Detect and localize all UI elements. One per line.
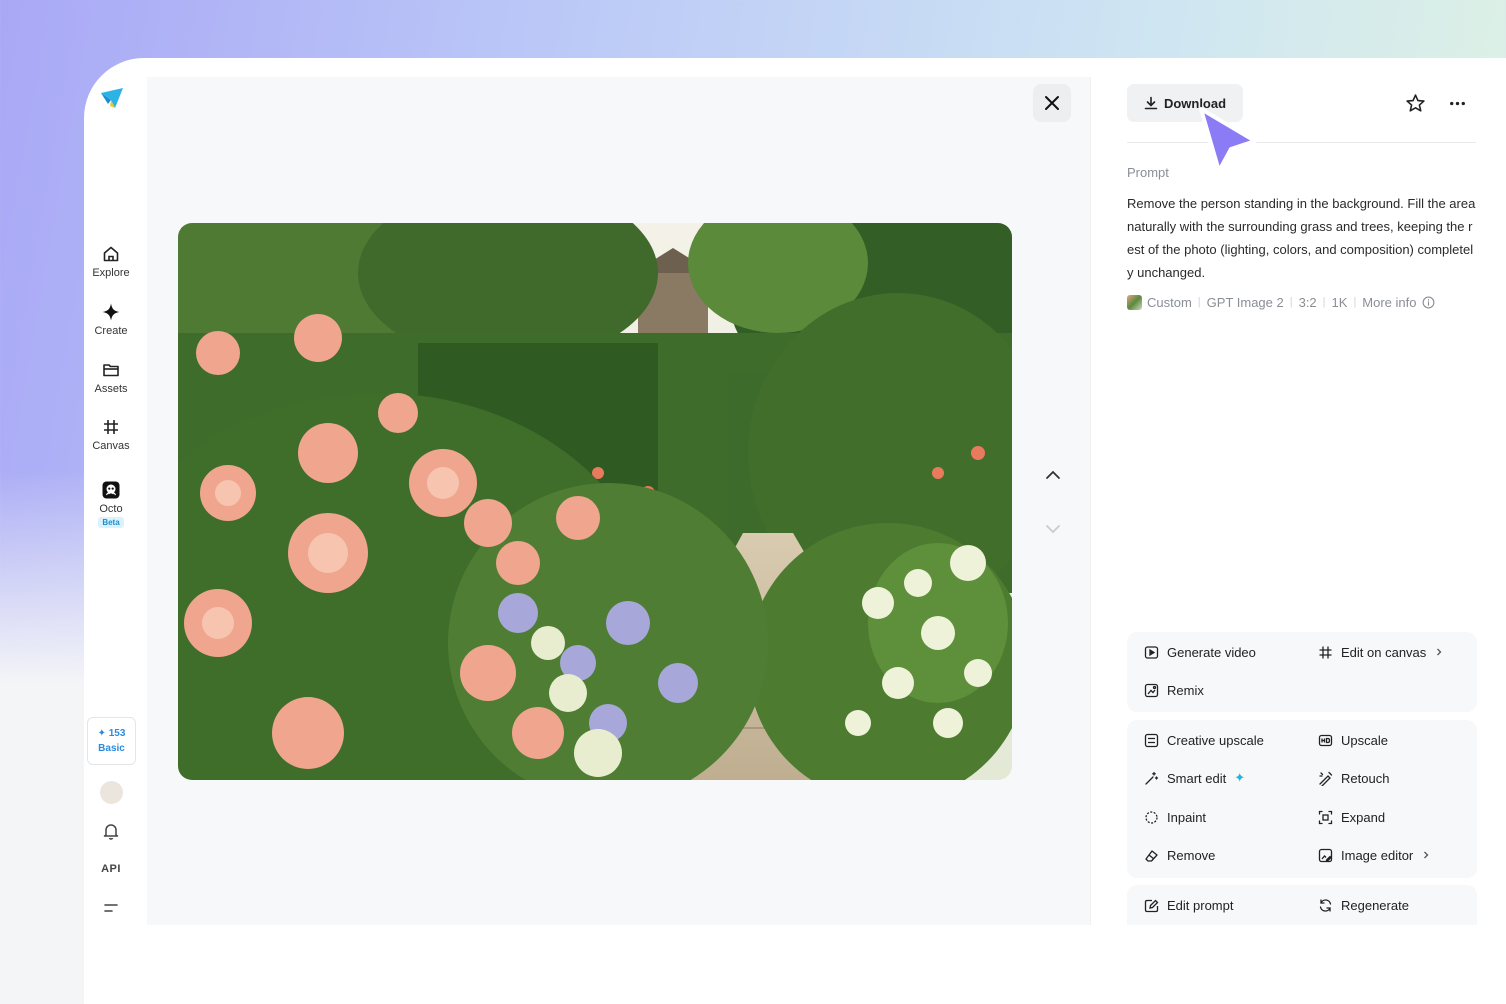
image-edit-icon <box>1318 848 1333 862</box>
top-strip <box>147 58 1506 77</box>
sidebar-item-assets[interactable]: Assets <box>84 360 138 395</box>
more-options-icon[interactable] <box>1447 93 1468 114</box>
more-info-link[interactable]: More info <box>1362 295 1416 310</box>
download-icon <box>1144 96 1158 110</box>
bell-icon[interactable] <box>101 821 121 841</box>
meta-style: Custom <box>1147 294 1192 310</box>
action-label: Image editor <box>1341 847 1414 863</box>
generated-image[interactable] <box>178 223 1012 780</box>
meta-separator: | <box>1197 296 1201 308</box>
sidebar-item-octo[interactable]: Octo Beta <box>84 480 138 528</box>
action-label: Generate video <box>1167 644 1256 660</box>
sidebar-item-label: Octo <box>99 503 123 515</box>
home-icon <box>103 246 119 262</box>
edit-prompt-button[interactable]: Edit prompt <box>1144 895 1233 915</box>
action-label: Inpaint <box>1167 809 1207 825</box>
generation-meta: Custom | GPT Image 2 | 3:2 | 1K | More i… <box>1127 293 1435 311</box>
plan-label: Basic <box>98 743 125 754</box>
action-label: Upscale <box>1341 732 1388 748</box>
regenerate-button[interactable]: Regenerate <box>1318 895 1409 915</box>
sparkle-icon: ✦ <box>1234 770 1246 785</box>
meta-separator: | <box>1322 296 1326 308</box>
action-label: Smart edit <box>1167 770 1227 786</box>
image-editor-button[interactable]: Image editor <box>1318 845 1431 865</box>
sidebar-item-create[interactable]: Create <box>84 302 138 337</box>
frame-icon <box>1319 646 1332 658</box>
favorite-star-icon[interactable] <box>1405 93 1426 114</box>
sidebar-item-explore[interactable]: Explore <box>84 244 138 279</box>
action-label: Remove <box>1167 847 1216 863</box>
chevron-right-icon <box>1424 851 1429 859</box>
sidebar-item-label: Canvas <box>92 440 130 452</box>
action-label: Edit on canvas <box>1341 644 1427 660</box>
eraser-icon <box>1145 849 1158 862</box>
sidebar: Explore Create Assets Canvas Octo Beta ✦… <box>84 58 147 1004</box>
retouch-button[interactable]: Retouch <box>1318 768 1389 788</box>
meta-ratio: 3:2 <box>1298 294 1317 310</box>
beta-badge: Beta <box>98 517 124 528</box>
octo-icon <box>102 481 120 499</box>
edit-prompt-icon <box>1144 899 1159 912</box>
previous-image-icon[interactable] <box>1042 464 1064 486</box>
garden-photo <box>178 223 1012 780</box>
credits-count-row: ✦ 153 <box>98 726 126 741</box>
meta-resolution: 1K <box>1331 294 1348 310</box>
prompt-heading: Prompt <box>1127 165 1169 180</box>
smart-edit-button[interactable]: Smart edit ✦ <box>1144 768 1245 788</box>
next-image-icon[interactable] <box>1042 518 1064 540</box>
panel-divider <box>1127 142 1476 143</box>
magic-wand-icon <box>1145 771 1159 785</box>
video-play-icon <box>1144 645 1159 659</box>
meta-separator: | <box>1289 296 1293 308</box>
retouch-icon <box>1319 771 1333 786</box>
credits-badge[interactable]: ✦ 153 Basic <box>87 717 136 765</box>
expand-icon <box>1318 810 1333 824</box>
close-button[interactable] <box>1033 84 1071 122</box>
app-logo-icon[interactable] <box>98 84 126 112</box>
edit-on-canvas-button[interactable]: Edit on canvas <box>1318 642 1444 662</box>
creative-upscale-button[interactable]: Creative upscale <box>1144 730 1264 750</box>
menu-icon[interactable] <box>101 898 121 918</box>
sidebar-item-label: Create <box>94 325 128 337</box>
refresh-icon <box>1319 898 1332 912</box>
sidebar-item-label: Assets <box>94 383 128 395</box>
avatar[interactable] <box>100 781 123 804</box>
mouse-cursor-icon <box>1199 107 1257 173</box>
sidebar-item-label: Explore <box>92 267 130 279</box>
folder-icon <box>103 364 119 377</box>
action-label: Remix <box>1167 682 1204 698</box>
meta-separator: | <box>1353 296 1357 308</box>
remix-icon <box>1144 683 1159 697</box>
chevron-right-icon <box>1437 648 1442 656</box>
sparkle-icon: ✦ <box>97 728 106 739</box>
remove-button[interactable]: Remove <box>1144 845 1215 865</box>
style-thumbnail <box>1127 294 1142 310</box>
prompt-text: Remove the person standing in the backgr… <box>1127 196 1476 280</box>
creative-upscale-icon <box>1144 733 1159 747</box>
inpaint-button[interactable]: Inpaint <box>1144 807 1206 827</box>
action-label: Edit prompt <box>1167 897 1234 913</box>
frame-icon <box>104 420 118 434</box>
generate-video-button[interactable]: Generate video <box>1144 642 1256 662</box>
action-label: Expand <box>1341 809 1386 825</box>
inpaint-icon <box>1145 810 1158 824</box>
meta-model: GPT Image 2 <box>1206 294 1284 310</box>
expand-button[interactable]: Expand <box>1318 807 1385 827</box>
close-icon <box>1045 96 1059 110</box>
action-label: Retouch <box>1341 770 1390 786</box>
credits-count: 153 <box>108 728 126 739</box>
action-label: Creative upscale <box>1167 732 1264 748</box>
action-label: Regenerate <box>1341 897 1409 913</box>
sidebar-item-canvas[interactable]: Canvas <box>84 417 138 452</box>
sparkle-icon <box>102 303 120 321</box>
remix-button[interactable]: Remix <box>1144 680 1204 700</box>
api-link[interactable]: API <box>84 863 138 875</box>
info-icon[interactable] <box>1422 296 1435 309</box>
hd-icon <box>1318 734 1333 746</box>
upscale-button[interactable]: Upscale <box>1318 730 1388 750</box>
